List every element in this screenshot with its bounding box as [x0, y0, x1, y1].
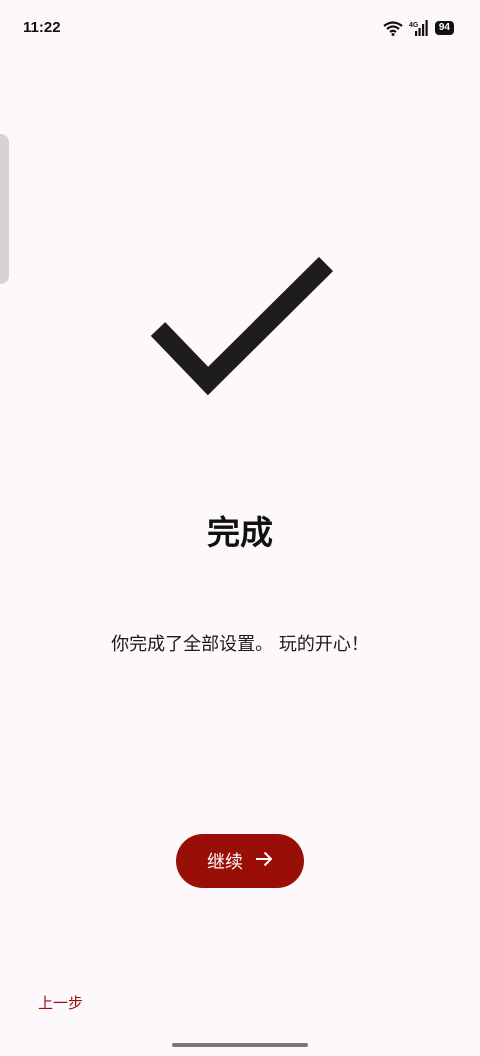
- home-indicator[interactable]: [172, 1043, 308, 1047]
- status-bar: 11:22 4G 94: [0, 0, 480, 56]
- status-time: 11:22: [23, 19, 61, 36]
- completion-message: 你完成了全部设置。 玩的开心！: [111, 634, 369, 655]
- wifi-icon: [383, 20, 403, 36]
- status-icons: 4G 94: [383, 19, 454, 37]
- back-button[interactable]: 上一步: [38, 992, 83, 1013]
- signal-icon: 4G: [409, 20, 429, 36]
- side-edge-handle[interactable]: [0, 134, 9, 284]
- continue-button-label: 继续: [207, 852, 243, 872]
- page-title: 完成: [207, 513, 273, 552]
- continue-button[interactable]: 继续: [176, 834, 304, 888]
- checkmark-icon: [150, 255, 336, 404]
- network-type-label: 4G: [409, 22, 419, 29]
- battery-icon: 94: [434, 21, 454, 35]
- arrow-right-icon: [255, 851, 273, 872]
